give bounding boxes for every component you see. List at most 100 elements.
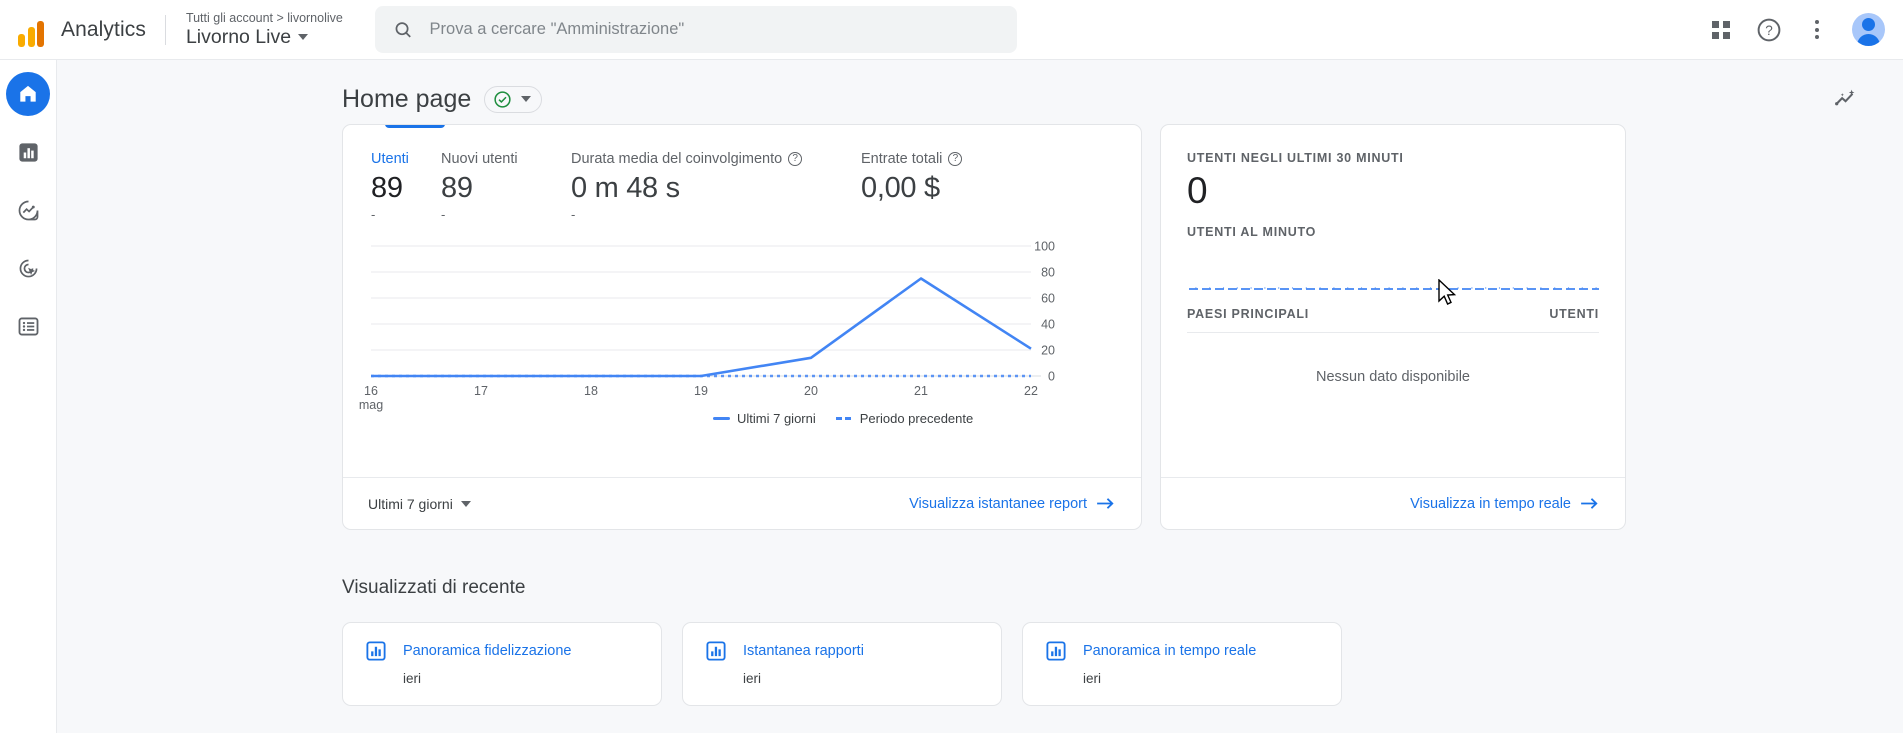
page-header: Home page [57,60,1903,116]
chart-legend: Ultimi 7 giorni Periodo precedente [343,401,1141,426]
insights-sparkle-icon[interactable] [1829,82,1863,116]
view-report-snapshot-link[interactable]: Visualizza istantanee report [909,496,1116,512]
sidebar-item-advertising[interactable] [6,246,50,290]
metric-entrate-totali[interactable]: Entrate totali ? 0,00 $ [861,151,1031,222]
sidebar-item-home[interactable] [6,72,50,116]
home-icon [20,85,36,102]
chevron-down-icon[interactable] [521,96,532,102]
realtime-per-minute-caption: UTENTI AL MINUTO [1187,224,1317,239]
metric-label: Nuovi utenti [441,151,518,167]
svg-text:40: 40 [1041,318,1055,332]
metric-label: Durata media del coinvolgimento [571,151,783,167]
help-icon[interactable]: ? [1756,17,1782,43]
metric-value: 89 [441,172,473,204]
overview-card: Utenti 89 - Nuovi utenti 89 - Durata med… [342,124,1142,530]
overview-card-footer: Ultimi 7 giorni Visualizza istantanee re… [343,477,1141,529]
status-badge[interactable] [484,85,543,113]
metric-delta: - [441,207,446,222]
metric-label: Utenti [371,151,409,167]
advertising-target-icon [19,259,37,277]
legend-item-previous: Periodo precedente [835,411,974,426]
recent-card-panoramica-tempo-reale[interactable]: Panoramica in tempo reale ieri [1022,622,1342,706]
recent-card-subtitle: ieri [1083,671,1102,686]
metric-nuovi-utenti[interactable]: Nuovi utenti 89 - [441,151,571,222]
legend-swatch-dashed [835,417,853,420]
arrow-right-icon [1581,498,1598,509]
help-icon[interactable]: ? [948,152,963,166]
date-range-selector[interactable]: Ultimi 7 giorni [368,496,471,512]
report-bar-icon [706,641,726,661]
sparkline-svg [1189,286,1599,290]
svg-text:100: 100 [1034,240,1055,254]
metric-value: 0 m 48 s [571,172,680,204]
legend-swatch-solid [713,417,730,420]
apps-grid-icon[interactable] [1708,17,1734,43]
search-bar[interactable] [374,6,1017,53]
bar-chart-icon [18,142,38,162]
search-input[interactable] [429,20,999,39]
metric-value: 89 [371,172,403,204]
realtime-users-value: 0 [1187,170,1208,211]
chart-svg: 0 20 40 60 80 100 [371,240,1055,384]
avatar[interactable] [1852,13,1885,46]
legend-label: Ultimi 7 giorni [737,411,816,426]
svg-text:60: 60 [1041,292,1055,306]
metric-delta: - [371,207,376,222]
left-sidebar [0,60,57,733]
recent-card-istantanea-rapporti[interactable]: Istantanea rapporti ieri [682,622,1002,706]
realtime-body: UTENTI NEGLI ULTIMI 30 MINUTI 0 UTENTI A… [1161,125,1625,385]
x-axis-tick: 20 [804,384,818,398]
main-content: Home page Utenti 89 - Nuovi utenti 89 - … [57,60,1903,733]
metric-label: Entrate totali [861,151,943,167]
top-bar-actions: ? [1708,13,1885,46]
link-label: Visualizza in tempo reale [1410,495,1571,512]
column-header-countries: PAESI PRINCIPALI [1187,306,1309,321]
users-line-chart[interactable]: 0 20 40 60 80 100 16 mag 17 18 19 20 21 22 [343,236,1141,413]
date-range-label: Ultimi 7 giorni [368,495,453,512]
analytics-logo-icon[interactable] [14,13,48,47]
metric-durata-media-coinvolgimento[interactable]: Durata media del coinvolgimento ? 0 m 48… [571,151,861,222]
realtime-table-header: PAESI PRINCIPALI UTENTI [1187,307,1599,333]
arrow-right-icon [1097,498,1114,509]
sidebar-item-explore[interactable] [6,188,50,232]
sidebar-item-reports[interactable] [6,130,50,174]
legend-label: Periodo precedente [859,411,974,426]
breadcrumb: Tutti gli account > livornolive [185,10,343,25]
active-tab-indicator [385,125,445,128]
realtime-users-caption: UTENTI NEGLI ULTIMI 30 MINUTI [1187,151,1404,165]
metric-utenti[interactable]: Utenti 89 - [371,151,441,222]
realtime-card: UTENTI NEGLI ULTIMI 30 MINUTI 0 UTENTI A… [1160,124,1626,530]
account-selector[interactable]: Tutti gli account > livornolive Livorno … [186,11,343,49]
svg-text:80: 80 [1041,266,1055,280]
recent-card-name: Istantanea rapporti [743,643,864,659]
property-name: Livorno Live [185,25,292,48]
recent-card-subtitle: ieri [743,671,762,686]
x-axis-tick: 18 [584,384,598,398]
search-icon [395,21,411,37]
svg-text:0: 0 [1048,370,1055,384]
list-icon [18,317,38,335]
sidebar-item-configure[interactable] [6,304,50,348]
chevron-down-icon[interactable] [460,500,471,507]
recent-card-panoramica-fidelizzazione[interactable]: Panoramica fidelizzazione ieri [342,622,662,706]
metrics-row: Utenti 89 - Nuovi utenti 89 - Durata med… [343,125,1141,222]
recent-card-name: Panoramica in tempo reale [1083,643,1257,659]
report-bar-icon [366,641,386,661]
report-bar-icon [1046,641,1066,661]
chevron-down-icon[interactable] [298,34,309,41]
page-title: Home page [342,84,472,113]
help-icon[interactable]: ? [788,152,803,166]
view-realtime-link[interactable]: Visualizza in tempo reale [1410,496,1600,512]
svg-text:20: 20 [1041,344,1055,358]
recent-card-name: Panoramica fidelizzazione [403,643,572,659]
top-bar: Analytics Tutti gli account > livornoliv… [0,0,1903,60]
svg-text:?: ? [1765,22,1773,37]
x-axis-tick: 21 [914,384,928,398]
cards-row: Utenti 89 - Nuovi utenti 89 - Durata med… [57,116,1903,530]
x-axis-tick: 22 [1024,384,1038,398]
more-options-icon[interactable] [1804,17,1830,43]
brand-name: Analytics [61,17,146,41]
x-axis-month: mag [358,398,384,412]
x-axis-tick: 19 [694,384,708,398]
realtime-sparkline [1187,239,1599,303]
